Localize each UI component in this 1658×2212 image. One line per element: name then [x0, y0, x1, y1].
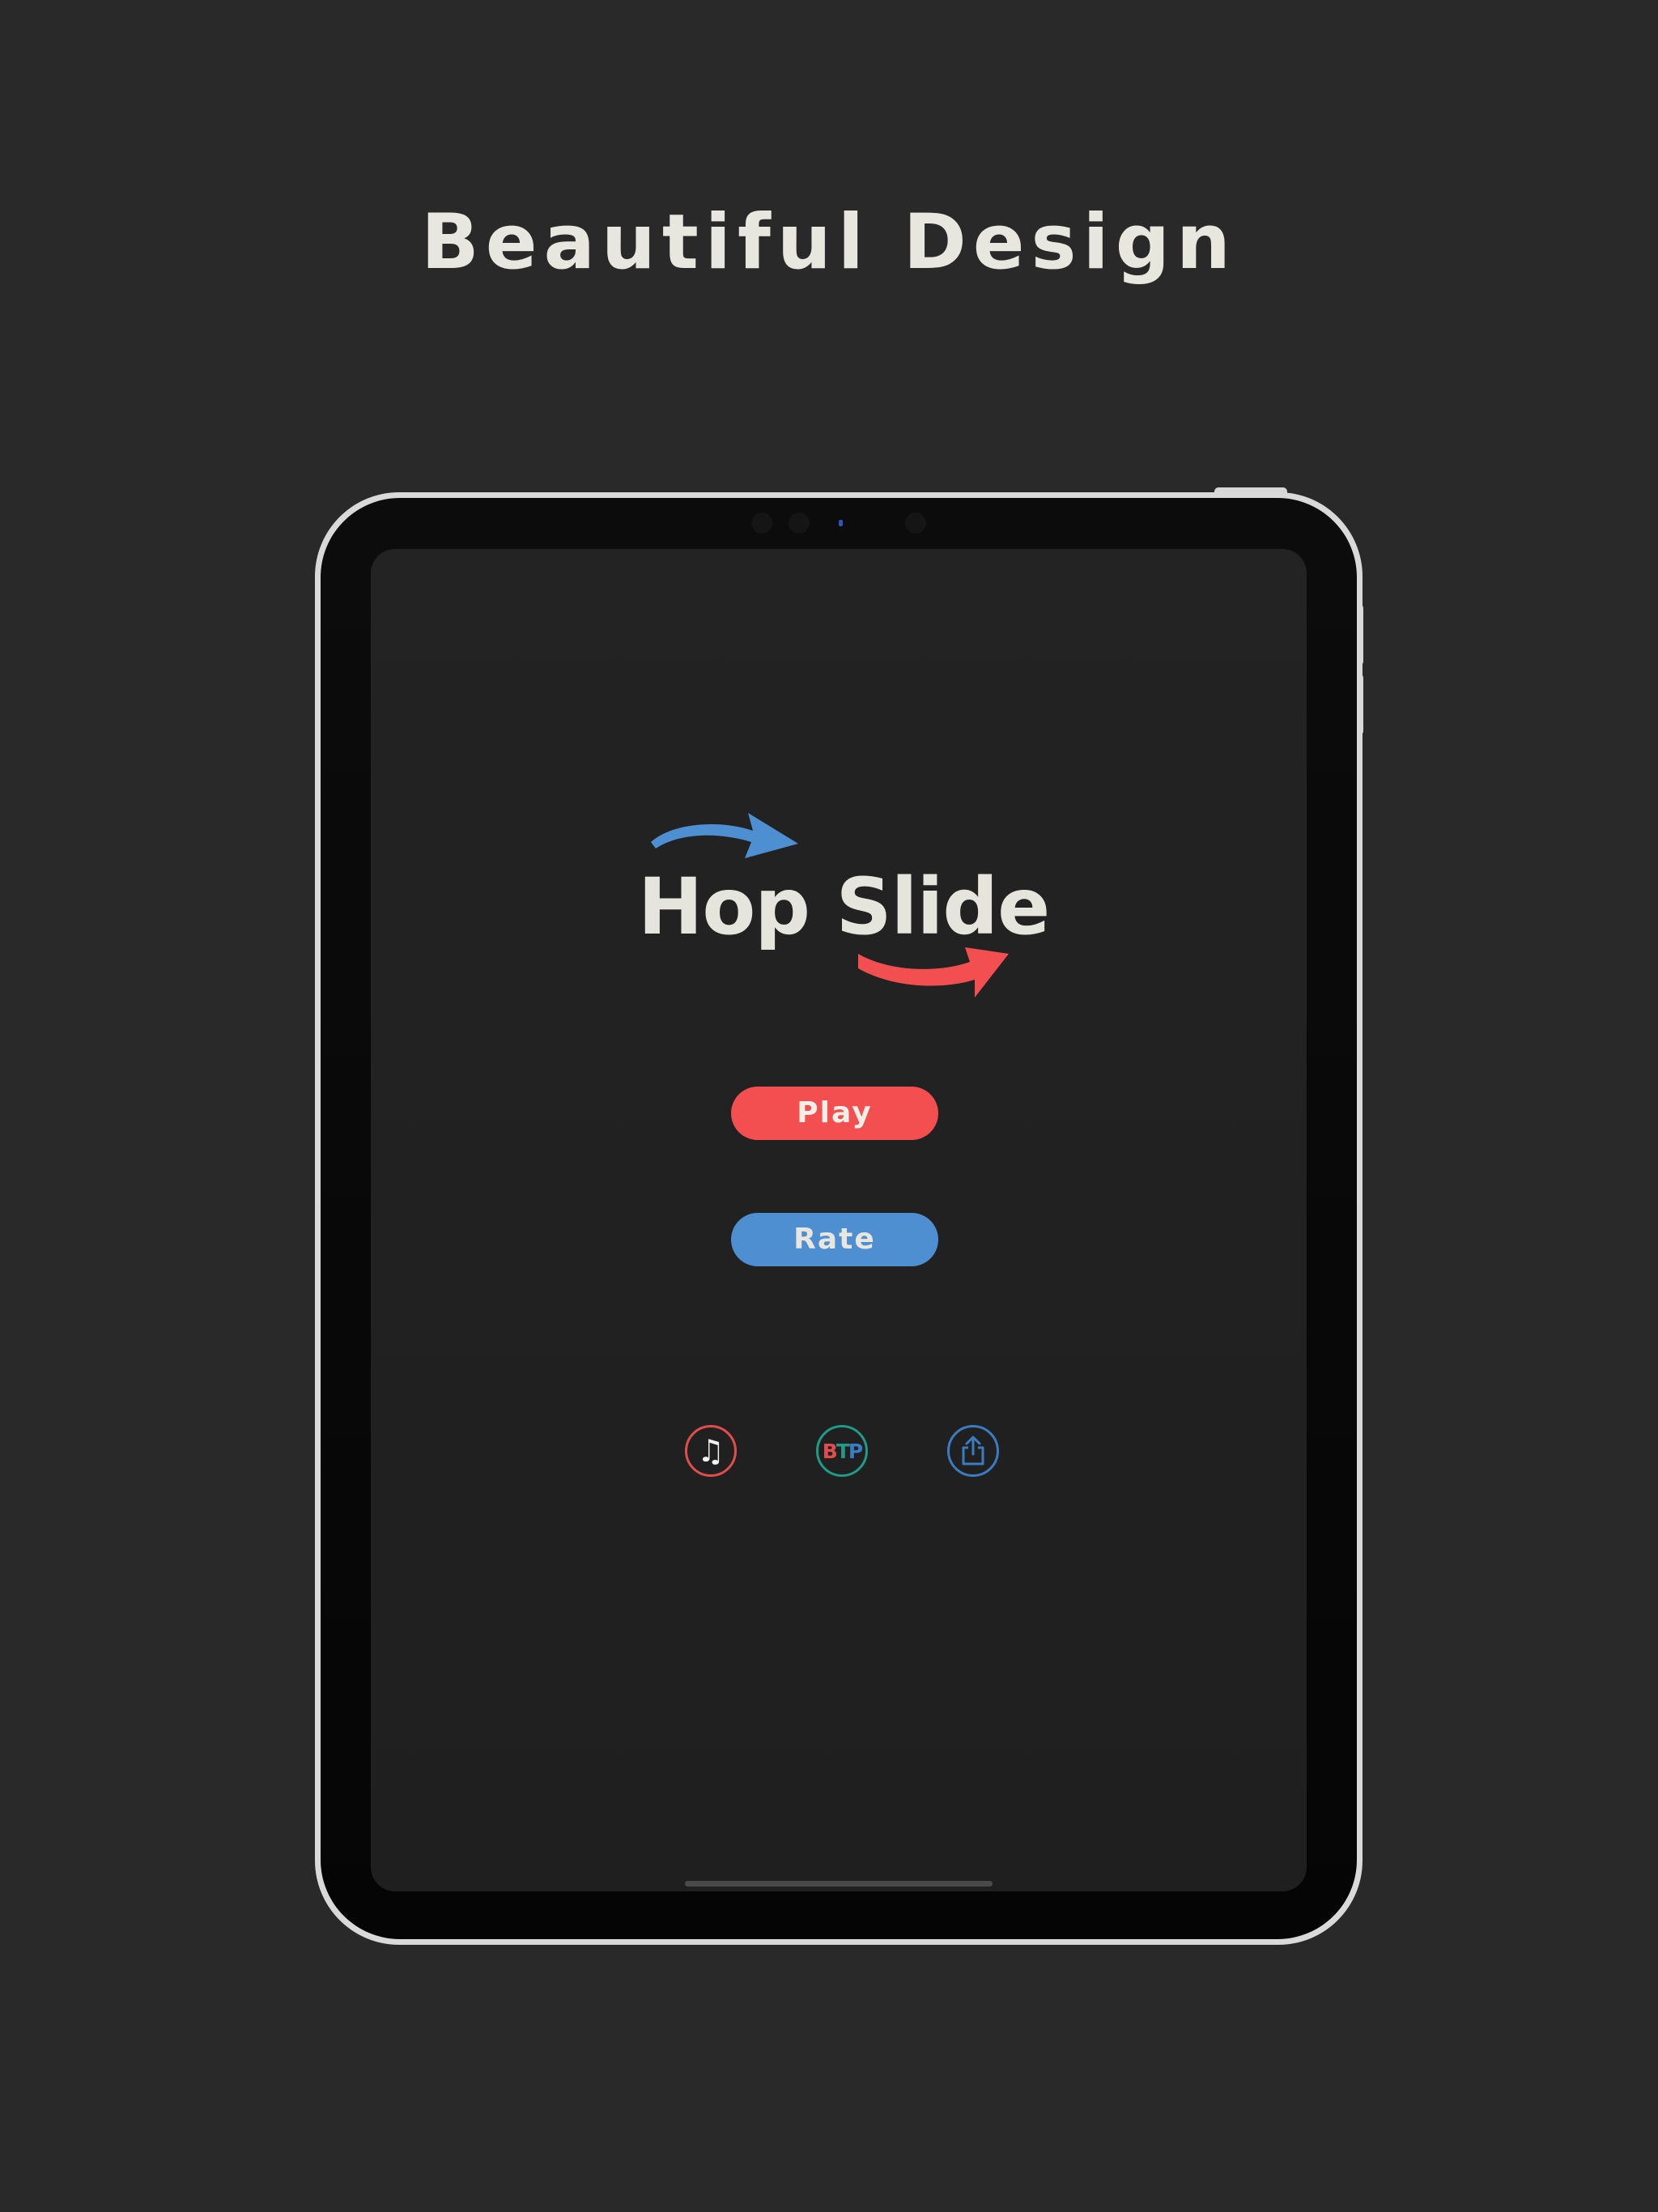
- share-button[interactable]: [947, 1425, 999, 1477]
- music-note-icon: ♫: [696, 1433, 725, 1469]
- red-arrow-icon: [858, 947, 1009, 998]
- play-button[interactable]: Play: [731, 1087, 938, 1140]
- share-icon: [962, 1436, 984, 1465]
- blue-arrow-icon: [651, 813, 798, 858]
- proximity-sensor-icon: [905, 513, 926, 534]
- tablet-bezel: Hop Slide Play Rate ♫ BTP: [321, 498, 1357, 1939]
- app-title: Hop Slide: [638, 861, 1050, 952]
- camera-indicator-icon: [839, 520, 843, 526]
- music-button[interactable]: ♫: [685, 1425, 737, 1477]
- app-screen: Hop Slide Play Rate ♫ BTP: [371, 549, 1307, 1891]
- front-camera-icon: [789, 513, 810, 534]
- home-indicator[interactable]: [685, 1881, 993, 1887]
- app-logo: Hop Slide: [638, 808, 1050, 1002]
- btp-logo-icon: BTP: [822, 1439, 863, 1463]
- marketing-headline: Beautiful Design: [421, 198, 1237, 287]
- front-sensor-icon: [751, 513, 772, 534]
- rate-button[interactable]: Rate: [731, 1213, 938, 1266]
- app-store-screenshot: Beautiful Design Hop Slide Play Rate ♫ B…: [0, 0, 1658, 2212]
- more-apps-button[interactable]: BTP: [816, 1425, 868, 1477]
- tablet-frame: Hop Slide Play Rate ♫ BTP: [315, 492, 1363, 1945]
